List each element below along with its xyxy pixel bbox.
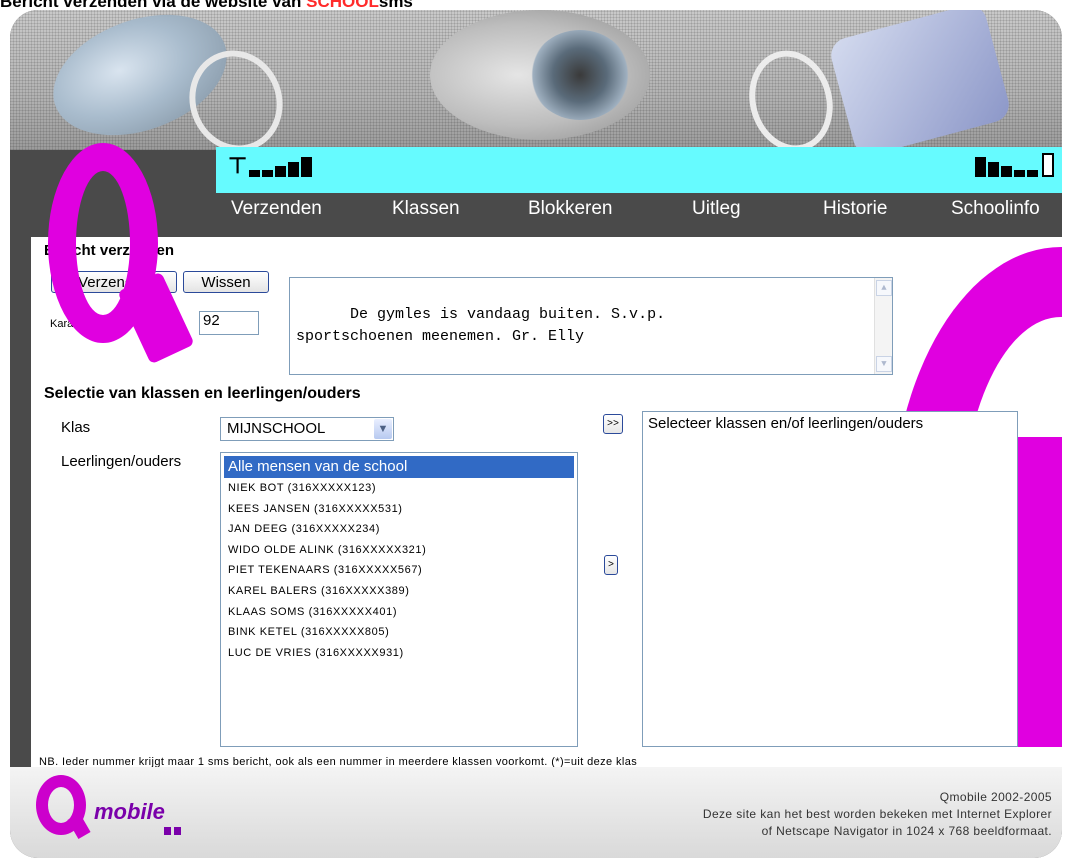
banner-phone-image (530, 30, 630, 120)
list-item[interactable]: JAN DEEG (316XXXXX234) (224, 519, 574, 540)
nav-verzenden[interactable]: Verzenden (231, 198, 322, 220)
class-select-value: MIJNSCHOOL (227, 420, 326, 437)
nav-schoolinfo[interactable]: Schoolinfo (951, 198, 1040, 220)
qmobile-logo-text: mobile (94, 799, 165, 824)
people-listbox[interactable]: Alle mensen van de school NIEK BOT (316X… (220, 452, 578, 747)
header-banner (10, 10, 1062, 165)
signal-icon: ⊤ (228, 153, 314, 177)
phone-status-bar: ⊤ (216, 147, 1062, 193)
qmobile-q-tail (67, 812, 91, 840)
remaining-chars-field[interactable]: 92 (199, 311, 259, 335)
list-item[interactable]: WIDO OLDE ALINK (316XXXXX321) (224, 540, 574, 561)
list-item[interactable]: KLAAS SOMS (316XXXXX401) (224, 602, 574, 623)
selection-title: Selectie van klassen en leerlingen/ouder… (44, 385, 361, 402)
list-item[interactable]: KEES JANSEN (316XXXXX531) (224, 499, 574, 520)
class-label: Klas (61, 419, 91, 436)
class-select[interactable]: MIJNSCHOOL ▼ (220, 417, 394, 441)
message-text: De gymles is vandaag buiten. S.v.p. spor… (296, 306, 666, 345)
qmobile-dots (164, 827, 188, 835)
footer-browser-line1: Deze site kan het best worden bekeken me… (702, 807, 1052, 821)
add-all-button[interactable]: >> (603, 414, 624, 434)
banner-phone-image (738, 41, 844, 161)
nav-blokkeren[interactable]: Blokkeren (528, 198, 613, 220)
footer-browser-line2: of Netscape Navigator in 1024 x 768 beel… (761, 824, 1052, 838)
add-one-button[interactable]: > (604, 555, 619, 575)
nav-klassen[interactable]: Klassen (392, 198, 460, 220)
clear-button[interactable]: Wissen (183, 271, 269, 293)
page-caption: Bericht verzenden via de website van SCH… (0, 0, 413, 11)
recipients-placeholder: Selecteer klassen en/of leerlingen/ouder… (648, 415, 924, 432)
list-item[interactable]: LUC DE VRIES (316XXXXX931) (224, 643, 574, 664)
main-content: Bericht verzenden Verzenden Wissen Karak… (31, 237, 1062, 807)
message-scrollbar[interactable]: ▲ ▼ (874, 278, 892, 374)
list-item[interactable]: PIET TEKENAARS (316XXXXX567) (224, 560, 574, 581)
list-item[interactable]: NIEK BOT (316XXXXX123) (224, 478, 574, 499)
footer-info: Qmobile 2002-2005 Deze site kan het best… (703, 789, 1052, 840)
footer: mobile Qmobile 2002-2005 Deze site kan h… (10, 767, 1062, 858)
scroll-down-icon[interactable]: ▼ (876, 356, 892, 372)
chevron-down-icon[interactable]: ▼ (374, 419, 392, 439)
nav-historie[interactable]: Historie (823, 198, 887, 220)
list-item[interactable]: KAREL BALERS (316XXXXX389) (224, 581, 574, 602)
scroll-up-icon[interactable]: ▲ (876, 280, 892, 296)
list-item[interactable]: BINK KETEL (316XXXXX805) (224, 622, 574, 643)
people-label: Leerlingen/ouders (61, 453, 182, 470)
footer-copyright: Qmobile 2002-2005 (939, 790, 1052, 804)
decorative-bar (1016, 437, 1062, 747)
qmobile-logo: mobile (36, 775, 206, 845)
banner-phone-image (827, 10, 1013, 159)
nav-uitleg[interactable]: Uitleg (692, 198, 741, 220)
list-item[interactable]: Alle mensen van de school (224, 456, 574, 478)
battery-icon (975, 153, 1054, 177)
selected-recipients-list[interactable]: Selecteer klassen en/of leerlingen/ouder… (642, 411, 1018, 747)
message-textarea[interactable]: De gymles is vandaag buiten. S.v.p. spor… (289, 277, 893, 375)
app-frame: ⊤ Verzenden Klassen Blokkeren Uitleg His… (10, 10, 1062, 858)
main-nav: Verzenden Klassen Blokkeren Uitleg Histo… (216, 193, 1062, 227)
